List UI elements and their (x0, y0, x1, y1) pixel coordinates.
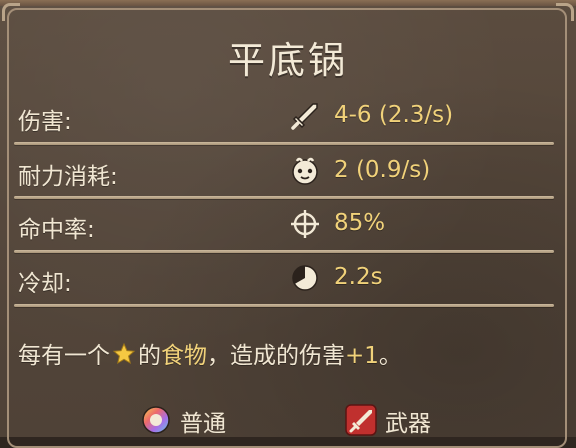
stat-label: 耐力消耗: (18, 164, 118, 190)
stat-row-accuracy: 命中率: 85% (0, 208, 576, 248)
row-divider (14, 142, 554, 145)
stat-value: 2 (0.9/s) (334, 157, 431, 183)
type-label: 武器 (385, 411, 431, 437)
desc-prefix: 每有一个 (18, 343, 110, 369)
sword-icon (291, 103, 318, 130)
item-name: 平底锅 (228, 39, 348, 82)
stat-row-stamina: 耐力消耗: 2 (0.9/s) (0, 155, 576, 195)
crosshair-icon (291, 210, 319, 238)
desc-middle: 的 (138, 343, 161, 369)
corner-ornament-left (2, 3, 20, 21)
stat-value: 2.2s (334, 264, 383, 290)
stat-label: 伤害: (18, 109, 72, 135)
row-divider (14, 304, 554, 307)
desc-suffix: ，造成的伤害 (207, 343, 345, 369)
top-edge (0, 0, 576, 6)
stat-row-damage: 伤害: 4-6 (2.3/s) (0, 100, 576, 140)
cooldown-icon (292, 265, 318, 291)
stat-label: 冷却: (18, 271, 72, 297)
weapon-icon (345, 404, 377, 436)
rainbow-orb-icon (142, 406, 170, 434)
item-description: 每有一个 的食物，造成的伤害+1。 (18, 336, 402, 370)
item-tags: 普通 武器 (0, 400, 576, 440)
item-tooltip-panel: 平底锅 伤害: 4-6 (2.3/s) 耐力消耗: 2 (0.9/s) 命中率: (0, 0, 576, 448)
row-divider (14, 250, 554, 253)
desc-keyword: 食物 (161, 343, 207, 369)
stat-value: 4-6 (2.3/s) (334, 102, 454, 128)
stamina-icon (292, 157, 318, 185)
desc-bonus: +1 (345, 343, 379, 369)
row-divider (14, 196, 554, 199)
corner-ornament-right (556, 3, 574, 21)
stat-row-cooldown: 冷却: 2.2s (0, 262, 576, 302)
stat-label: 命中率: (18, 217, 95, 243)
star-icon (112, 342, 136, 365)
desc-end: 。 (378, 343, 402, 369)
stat-value: 85% (334, 210, 386, 236)
rarity-label: 普通 (180, 411, 226, 437)
